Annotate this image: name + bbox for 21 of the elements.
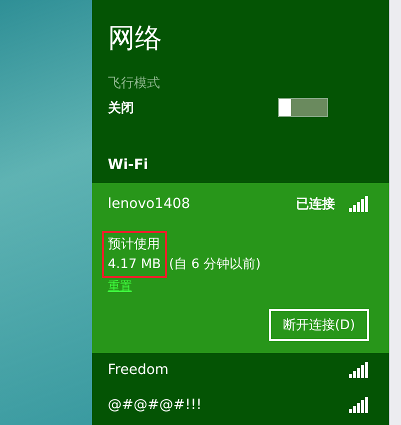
reset-link[interactable]: 重置 [108,279,132,293]
network-name: @#@#@#!!! [108,397,202,413]
network-name: Freedom [108,362,169,378]
airplane-mode-label: 飞行模式 [106,75,161,92]
network-item[interactable]: @#@#@#!!! [92,388,390,423]
network-item[interactable]: Freedom [92,353,390,388]
network-name: lenovo1408 [108,196,190,212]
signal-strength-icon [349,196,370,212]
usage-label: 预计使用 [108,236,161,254]
panel-title: 网络 [106,22,163,56]
network-item[interactable]: lenovo1408 已连接 预计使用 4.17 MB (自 6 分钟以前) 重置 断开连接(D) [92,183,390,353]
wifi-heading: Wi-Fi [106,156,150,175]
connection-status: 已连接 [296,196,336,213]
airplane-mode-state: 关闭 [108,100,134,116]
signal-strength-icon [349,397,370,413]
airplane-mode-toggle[interactable] [278,98,328,117]
usage-amount: 4.17 MB [108,256,161,274]
scrollbar[interactable] [389,0,401,425]
signal-strength-icon [349,362,370,378]
disconnect-button[interactable]: 断开连接(D) [268,309,370,341]
usage-time: (自 6 分钟以前) [168,256,261,274]
